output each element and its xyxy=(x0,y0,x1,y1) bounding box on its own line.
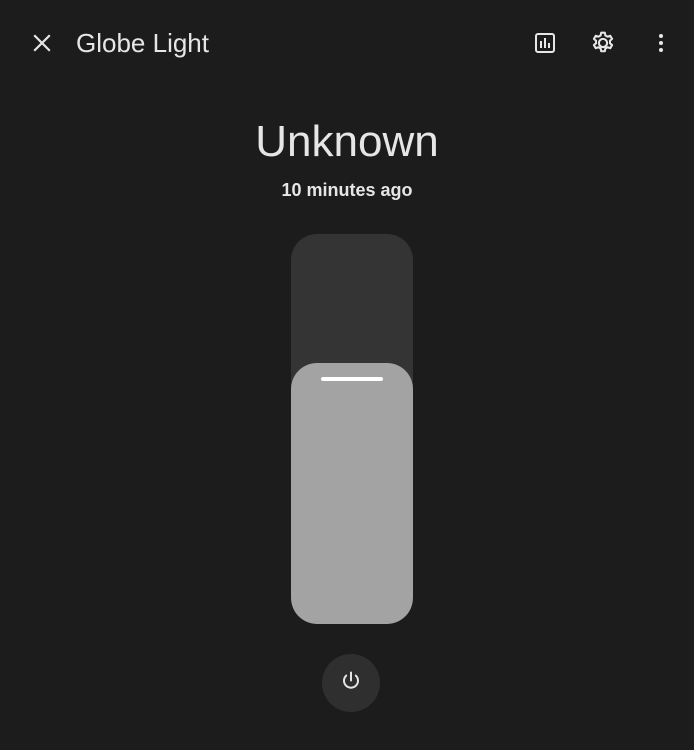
power-toggle-button[interactable] xyxy=(322,654,380,712)
brightness-slider[interactable] xyxy=(291,234,413,624)
settings-button[interactable] xyxy=(579,19,627,67)
last-changed: 10 minutes ago xyxy=(281,180,413,200)
dialog-header: Globe Light xyxy=(0,0,694,86)
slider-fill xyxy=(291,362,413,624)
gear-icon xyxy=(590,30,616,56)
history-button[interactable] xyxy=(521,19,569,67)
more-options-button[interactable] xyxy=(637,19,685,67)
dots-vertical-icon xyxy=(649,31,673,55)
chart-box-icon xyxy=(533,31,557,55)
close-button[interactable] xyxy=(18,19,66,67)
state-value: Unknown xyxy=(255,117,439,166)
power-icon xyxy=(339,669,363,698)
dialog-title: Globe Light xyxy=(76,28,209,58)
slider-handle[interactable] xyxy=(321,376,383,381)
more-info-dialog: Globe Light Unknown 10 minutes ago xyxy=(0,0,694,750)
close-icon xyxy=(30,31,54,55)
